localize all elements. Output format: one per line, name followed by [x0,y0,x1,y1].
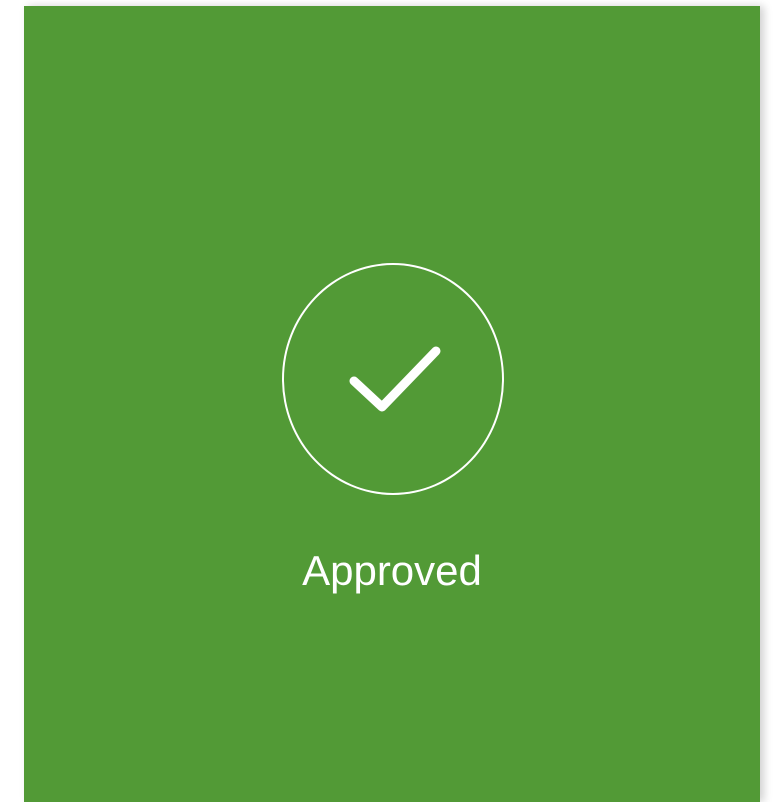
approved-status-badge [282,263,504,495]
approval-screen: Approved [0,0,773,802]
approval-panel: Approved [24,6,760,802]
check-icon [349,346,441,412]
status-label: Approved [302,547,482,594]
